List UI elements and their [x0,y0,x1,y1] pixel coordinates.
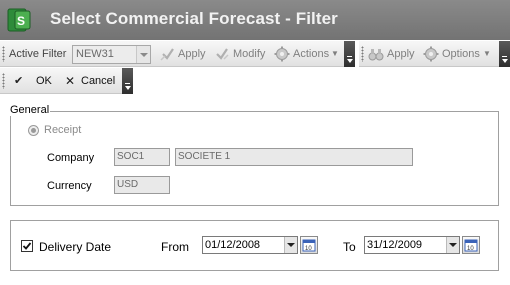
currency-value: USD [117,179,139,190]
from-date-value: 01/12/2008 [205,239,261,251]
from-calendar-button[interactable]: 10 [300,236,318,254]
modify-icon [216,48,229,60]
from-label: From [161,240,189,254]
active-filter-select[interactable]: NEW31 [72,45,151,64]
to-date-input[interactable]: 31/12/2009 [364,236,460,254]
toolbar-grip[interactable] [2,73,5,89]
company-name-field[interactable]: SOCIETE 1 [175,148,413,166]
from-date-input[interactable]: 01/12/2008 [202,236,298,254]
check-icon: ✔ [14,75,24,87]
options-menu-label: Options [442,48,480,60]
check-icon [22,242,32,250]
modify-filter-label: Modify [233,48,266,60]
chevron-down-icon[interactable] [284,237,297,253]
general-legend: General [9,104,51,116]
apply-icon [160,48,174,61]
window-title: Select Commercial Forecast - Filter [50,9,338,28]
dialog-toolbar: ✔ OK ✕ Cancel [0,68,133,94]
receipt-radio[interactable] [28,125,39,136]
ok-label: OK [36,75,52,87]
active-filter-label: Active Filter [9,48,67,60]
to-date-value: 31/12/2009 [367,239,423,251]
filter-toolbar: Active Filter NEW31 Apply Modify Actions… [0,41,355,67]
active-filter-value: NEW31 [76,48,114,60]
toolbar-overflow-button[interactable] [344,41,355,67]
to-calendar-button[interactable]: 10 [462,236,480,254]
title-bar: S Select Commercial Forecast - Filter [0,0,510,40]
binoculars-icon [368,49,384,61]
chevron-down-icon: ▼ [331,49,339,58]
currency-field[interactable]: USD [114,176,170,194]
calendar-icon: 10 [464,239,478,252]
toolbar-grip[interactable] [361,46,364,62]
cancel-label: Cancel [81,75,116,87]
gear-icon [423,46,439,62]
company-code-value: SOC1 [117,151,145,162]
svg-text:10: 10 [467,246,474,252]
calendar-icon: 10 [302,239,316,252]
toolbar-overflow-button[interactable] [499,41,510,67]
toolbar-overflow-button[interactable] [122,68,133,94]
svg-text:10: 10 [305,246,312,252]
chevron-down-icon[interactable] [446,237,459,253]
chevron-down-icon: ▼ [483,49,491,58]
apply-label: Apply [387,48,415,60]
gear-icon [274,46,290,62]
company-label: Company [47,152,95,164]
company-name-value: SOCIETE 1 [178,151,231,162]
toolbar-grip[interactable] [2,46,5,62]
company-code-field[interactable]: SOC1 [114,148,170,166]
delivery-date-checkbox[interactable] [21,240,33,252]
close-icon: ✕ [65,74,76,88]
actions-menu-label: Actions [293,48,330,60]
chevron-down-icon[interactable] [136,46,150,63]
receipt-label: Receipt [44,124,82,136]
delivery-date-label: Delivery Date [39,240,112,254]
svg-text:S: S [17,14,25,28]
secondary-toolbar: Apply Options ▼ [359,41,510,67]
app-icon: S [7,8,31,32]
apply-filter-label: Apply [178,48,206,60]
to-label: To [343,240,356,254]
currency-label: Currency [47,180,92,192]
